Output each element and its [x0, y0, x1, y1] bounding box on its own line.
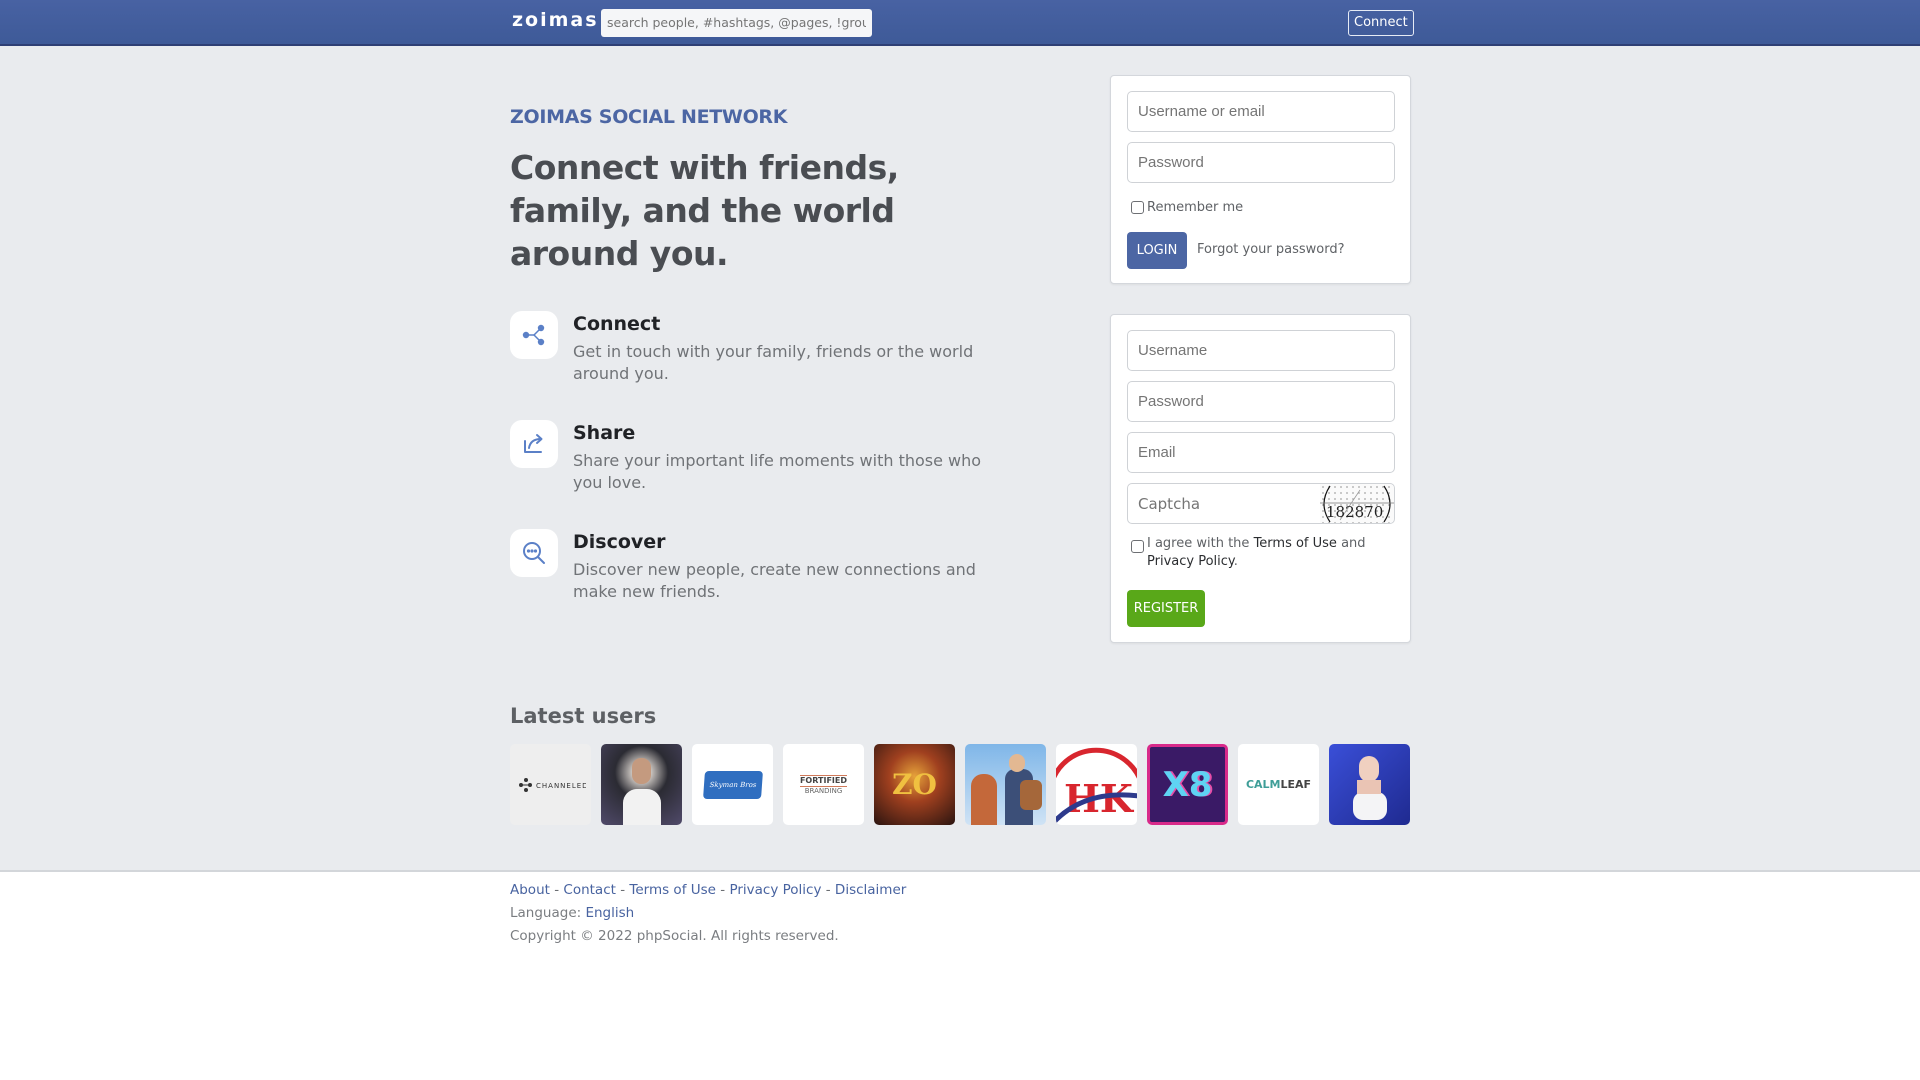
feature-description: Get in touch with your family, friends o… — [573, 342, 974, 383]
feature-title: Share — [573, 422, 636, 444]
separator: - — [615, 882, 630, 898]
user-avatar-man[interactable] — [601, 744, 682, 825]
forgot-password-link[interactable]: Forgot your password? — [1197, 242, 1345, 257]
register-card: 182870 I agree with the Terms of Use and… — [1110, 314, 1411, 643]
feature-description: Share your important life moments with t… — [573, 451, 982, 492]
agree-prefix-text: I agree with the — [1147, 536, 1250, 551]
user-avatar-skyman-bros[interactable]: Skyman Bros — [692, 744, 773, 825]
user-avatar-casino[interactable]: ZO — [874, 744, 955, 825]
login-password-input[interactable] — [1127, 142, 1395, 183]
feature-description: Discover new people, create new connecti… — [573, 560, 976, 601]
share-arrow-icon — [510, 420, 558, 468]
language-label: Language: — [510, 905, 582, 921]
captcha-image: 182870 — [1320, 484, 1394, 523]
user-avatar-traveler[interactable] — [965, 744, 1046, 825]
and-text: and — [1341, 536, 1366, 551]
register-username-input[interactable] — [1127, 330, 1395, 371]
footer-link-about[interactable]: About — [510, 882, 550, 898]
remember-me-checkbox[interactable] — [1131, 201, 1144, 214]
login-button[interactable]: LOGIN — [1127, 232, 1187, 269]
agree-terms-checkbox[interactable] — [1131, 540, 1144, 553]
separator: - — [549, 882, 564, 898]
footer-language: Language: English — [510, 905, 634, 921]
remember-me-label: Remember me — [1147, 200, 1244, 215]
search-dots-icon — [510, 529, 558, 577]
user-avatar-woman[interactable] — [1329, 744, 1410, 825]
user-avatar-channeled[interactable]: CHANNELED — [510, 744, 591, 825]
footer-link-contact[interactable]: Contact — [563, 882, 616, 898]
user-avatar-fortified[interactable]: FORTIFIED BRANDING — [783, 744, 864, 825]
feature-title: Connect — [573, 313, 661, 335]
language-selector[interactable]: English — [585, 905, 634, 921]
user-avatar-calmleaf[interactable]: CALM LEAF — [1238, 744, 1319, 825]
captcha-code: 182870 — [1326, 503, 1384, 521]
footer-link-terms[interactable]: Terms of Use — [629, 882, 716, 898]
search-input[interactable] — [601, 9, 872, 37]
feature-title: Discover — [573, 531, 666, 553]
site-logo[interactable]: zoimas — [512, 9, 599, 31]
footer-link-privacy[interactable]: Privacy Policy — [729, 882, 821, 898]
x8-logo-text: X8 — [1162, 764, 1213, 805]
captcha-input[interactable] — [1128, 484, 1318, 523]
user-avatar-x8[interactable]: X8 — [1147, 744, 1228, 825]
skyman-logo: Skyman Bros — [702, 770, 763, 799]
login-username-input[interactable] — [1127, 91, 1395, 132]
user-avatar-hk[interactable]: HK — [1056, 744, 1137, 825]
register-email-input[interactable] — [1127, 432, 1395, 473]
footer-link-disclaimer[interactable]: Disclaimer — [835, 882, 906, 898]
channeled-logo-text: CHANNELED — [536, 782, 586, 790]
agree-terms-label: I agree with the Terms of Use and Privac… — [1147, 535, 1397, 571]
terms-of-use-link[interactable]: Terms of Use — [1254, 536, 1337, 551]
latest-users-list: CHANNELED Skyman Bros FORTIFIED BRANDING… — [510, 744, 1410, 825]
hero-headline: Connect with friends, family, and the wo… — [510, 148, 899, 273]
register-password-input[interactable] — [1127, 381, 1395, 422]
login-card: Remember me LOGIN Forgot your password? — [1110, 75, 1411, 284]
footer-links: About - Contact - Terms of Use - Privacy… — [510, 882, 906, 898]
separator: - — [715, 882, 730, 898]
share-nodes-icon — [510, 311, 558, 359]
period-text: . — [1233, 554, 1238, 569]
top-navigation-bar: zoimas Connect — [0, 0, 1920, 46]
latest-users-title: Latest users — [510, 704, 657, 728]
separator: - — [821, 882, 835, 898]
privacy-policy-link[interactable]: Privacy Policy — [1147, 554, 1234, 569]
captcha-field: 182870 — [1127, 483, 1395, 524]
connect-button[interactable]: Connect — [1348, 10, 1414, 36]
register-button[interactable]: REGISTER — [1127, 590, 1205, 627]
footer-copyright: Copyright © 2022 phpSocial. All rights r… — [510, 928, 839, 944]
brand-title: ZOIMAS SOCIAL NETWORK — [510, 106, 788, 128]
